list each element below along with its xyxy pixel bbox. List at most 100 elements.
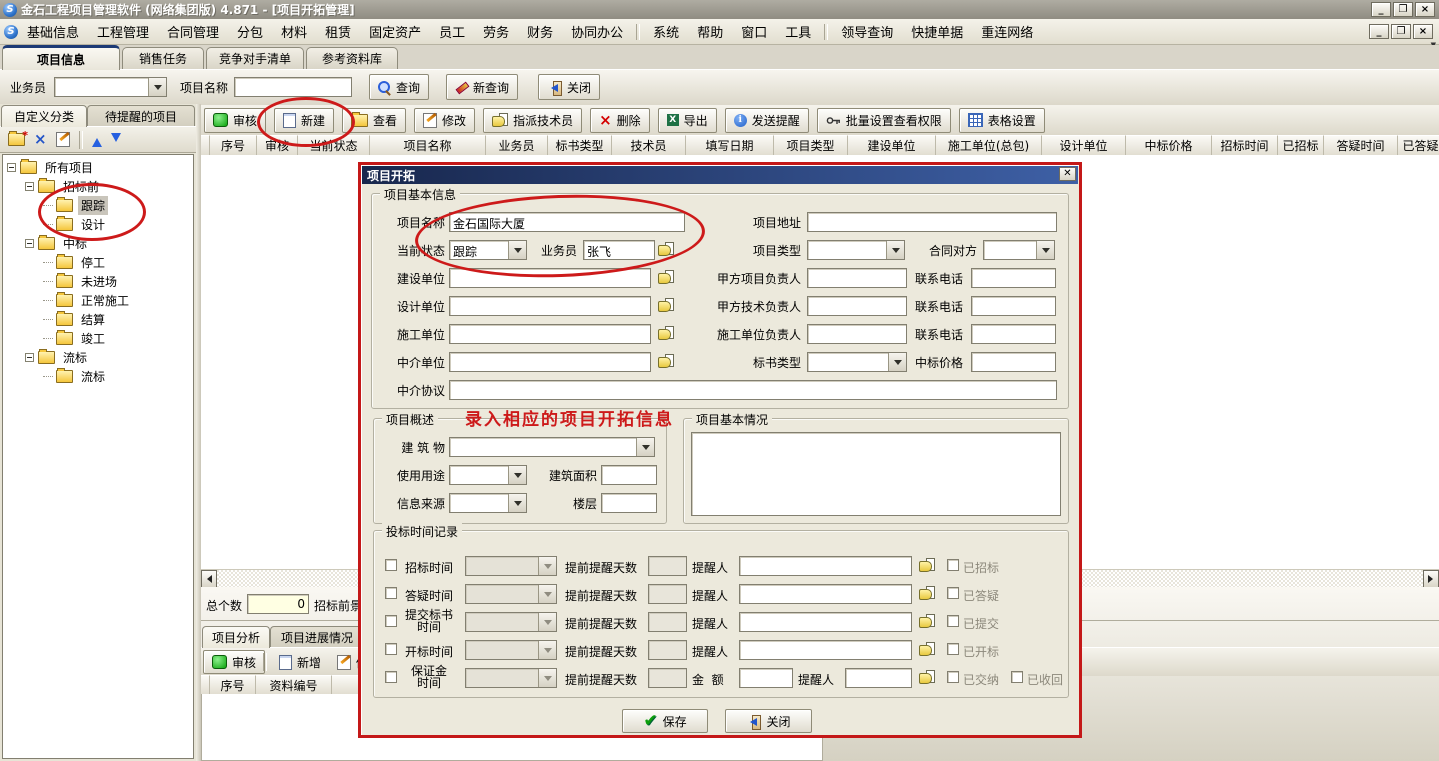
advance-days-field[interactable] (648, 584, 687, 604)
picker-hand-icon[interactable] (919, 558, 935, 572)
column-header[interactable]: 答疑时间 (1324, 135, 1398, 155)
reminder-person-field[interactable] (739, 556, 912, 576)
tab-reference-library[interactable]: 参考资料库 (306, 47, 398, 69)
project-name-field[interactable]: 金石国际大厦 (449, 212, 685, 232)
project-name-input[interactable] (234, 77, 352, 97)
bid-price-field[interactable] (971, 352, 1056, 372)
menu-item[interactable]: 分包 (228, 19, 272, 44)
chevron-down-icon[interactable] (538, 641, 556, 659)
column-header[interactable]: 审核 (257, 135, 298, 155)
column-header[interactable]: 业务员 (486, 135, 548, 155)
column-header[interactable]: 已答疑 (1398, 135, 1439, 155)
chevron-down-icon[interactable] (508, 494, 526, 512)
close-search-button[interactable]: 关闭 (538, 74, 600, 100)
contractor-manager-field[interactable] (807, 324, 907, 344)
bid-time-checkbox[interactable] (385, 587, 397, 599)
tab-project-info[interactable]: 项目信息 (2, 45, 120, 70)
column-header[interactable]: 当前状态 (298, 135, 370, 155)
assign-tech-button[interactable]: 指派技术员 (483, 108, 582, 133)
chevron-down-icon[interactable] (508, 466, 526, 484)
tree-node-normal-construction[interactable]: 正常施工 (3, 291, 193, 310)
bid-type-select[interactable] (807, 352, 907, 372)
bid-time-date-select[interactable] (465, 668, 557, 688)
owner-tech-field[interactable] (807, 296, 907, 316)
tree-node-all-projects[interactable]: 所有项目 (3, 158, 193, 177)
menu-item[interactable]: 合同管理 (158, 19, 228, 44)
chevron-down-icon[interactable] (1036, 241, 1054, 259)
column-header[interactable]: 招标时间 (1212, 135, 1278, 155)
column-header[interactable]: 施工单位(总包) (936, 135, 1042, 155)
paid-checkbox[interactable] (947, 671, 959, 683)
move-down-icon[interactable] (111, 133, 121, 147)
building-area-field[interactable] (601, 465, 657, 485)
mdi-restore-button[interactable]: ❐ (1391, 24, 1411, 39)
bottom-audit-button[interactable]: 审核 (203, 650, 265, 674)
tree-node-failed-bid-child[interactable]: 流标 (3, 367, 193, 386)
tab-project-analysis[interactable]: 项目分析 (202, 626, 270, 648)
picker-hand-icon[interactable] (919, 670, 935, 684)
modify-button[interactable]: 修改 (414, 108, 475, 133)
menu-item[interactable]: 帮助 (688, 19, 732, 44)
reminder-person-field[interactable] (845, 668, 912, 688)
advance-days-field[interactable] (648, 640, 687, 660)
menu-item[interactable]: 协同办公 (562, 19, 632, 44)
column-header[interactable]: 填写日期 (686, 135, 774, 155)
project-type-select[interactable] (807, 240, 905, 260)
done-checkbox[interactable] (947, 559, 959, 571)
tab-project-progress[interactable]: 项目进展情况 (270, 626, 364, 648)
collapse-icon[interactable] (25, 182, 34, 191)
project-address-field[interactable] (807, 212, 1057, 232)
agency-unit-field[interactable] (449, 352, 651, 372)
view-button[interactable]: 查看 (342, 108, 406, 133)
tree-node-failed-bid[interactable]: 流标 (3, 348, 193, 367)
column-header[interactable]: 建设单位 (848, 135, 936, 155)
mdi-close-button[interactable]: × (1413, 24, 1433, 39)
menu-item[interactable]: 窗口 (732, 19, 776, 44)
tree-node-pre-bid[interactable]: 招标前 (3, 177, 193, 196)
scroll-left-button[interactable] (201, 570, 217, 588)
chevron-down-icon[interactable] (508, 241, 526, 259)
chevron-down-icon[interactable] (538, 613, 556, 631)
dialog-close-button[interactable]: ✕ (1059, 167, 1076, 181)
column-header[interactable]: 已招标 (1278, 135, 1324, 155)
done-checkbox[interactable] (947, 643, 959, 655)
save-button[interactable]: ✔保存 (622, 709, 708, 733)
chevron-down-icon[interactable] (636, 438, 654, 456)
menu-item[interactable]: 工具 (776, 19, 820, 44)
picker-hand-icon[interactable] (919, 586, 935, 600)
picker-hand-icon[interactable] (658, 298, 674, 312)
tab-reminder-projects[interactable]: 待提醒的项目 (87, 105, 195, 127)
picker-hand-icon[interactable] (919, 642, 935, 656)
column-header[interactable]: 项目类型 (774, 135, 848, 155)
menu-item[interactable]: 员工 (430, 19, 474, 44)
menu-item[interactable]: 劳务 (474, 19, 518, 44)
building-select[interactable] (449, 437, 655, 457)
menu-item[interactable]: 固定资产 (360, 19, 430, 44)
restore-button[interactable]: ❐ (1393, 2, 1413, 17)
salesman-field[interactable]: 张飞 (583, 240, 655, 260)
column-header[interactable]: 标书类型 (548, 135, 612, 155)
new-button[interactable]: 新建 (274, 108, 334, 133)
column-header[interactable]: 技术员 (612, 135, 686, 155)
amount-field[interactable] (739, 668, 793, 688)
column-header[interactable]: 设计单位 (1042, 135, 1126, 155)
query-button[interactable]: 查询 (369, 74, 429, 100)
close-button[interactable]: × (1415, 2, 1435, 17)
dialog-close-button-bottom[interactable]: 关闭 (725, 709, 812, 733)
usage-select[interactable] (449, 465, 527, 485)
done-checkbox[interactable] (947, 615, 959, 627)
reminder-person-field[interactable] (739, 584, 912, 604)
bid-time-checkbox[interactable] (385, 559, 397, 571)
tree-node-won-bid[interactable]: 中标 (3, 234, 193, 253)
bottom-add-button[interactable]: 新增 (271, 650, 329, 674)
reminder-person-field[interactable] (739, 612, 912, 632)
move-up-icon[interactable] (92, 133, 102, 147)
bid-time-checkbox[interactable] (385, 615, 397, 627)
phone-field[interactable] (971, 324, 1056, 344)
bid-time-date-select[interactable] (465, 584, 557, 604)
phone-field[interactable] (971, 268, 1056, 288)
collapse-icon[interactable] (7, 163, 16, 172)
bid-time-date-select[interactable] (465, 612, 557, 632)
floor-field[interactable] (601, 493, 657, 513)
bid-time-date-select[interactable] (465, 556, 557, 576)
